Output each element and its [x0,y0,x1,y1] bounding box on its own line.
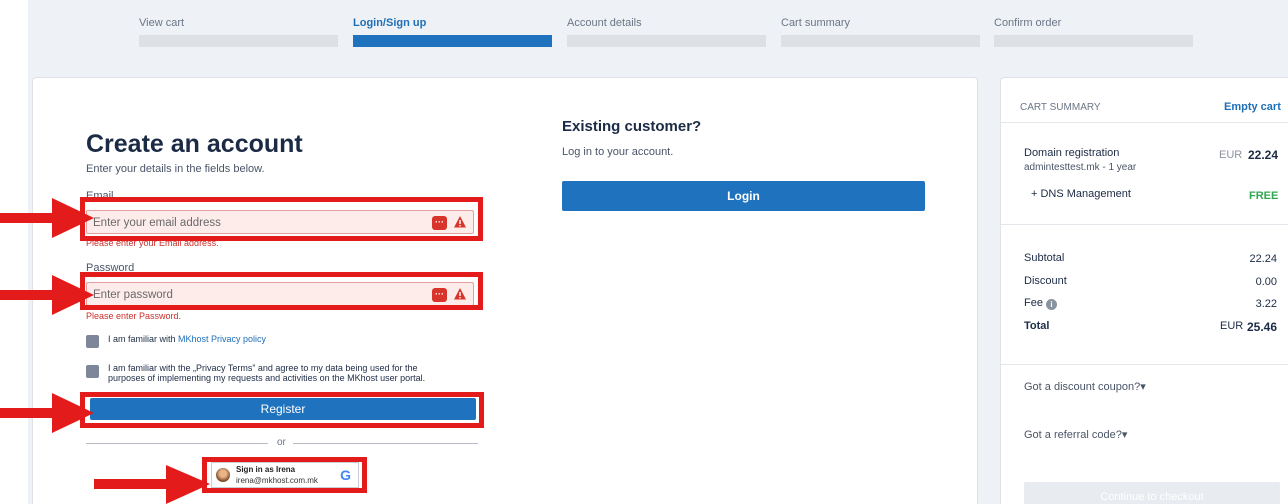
step-cart-summary[interactable]: Cart summary [781,17,980,47]
existing-customer-title: Existing customer? [562,118,702,135]
total-label: Total [1024,320,1050,332]
item-currency: EUR [1219,149,1243,161]
step-confirm-order[interactable]: Confirm order [994,17,1193,47]
subtotal-label: Subtotal [1024,252,1065,264]
referral-code-toggle[interactable]: Got a referral code?▾ [1024,428,1127,441]
subtotal-value: 22.24 [1249,253,1277,265]
addon-name: + DNS Management [1031,188,1131,200]
annotation-box-password [80,272,483,310]
step-login-signup[interactable]: Login/Sign up [353,17,552,47]
step-label: View cart [139,17,185,29]
item-price: 22.24 [1248,148,1279,162]
step-label: Login/Sign up [353,17,427,29]
password-error: Please enter Password. [86,311,182,321]
privacy-policy-link[interactable]: MKhost Privacy policy [178,334,266,344]
divider [1001,224,1288,225]
step-view-cart[interactable]: View cart [139,17,338,47]
or-separator: or [277,437,286,448]
discount-value: 0.00 [1255,276,1277,288]
cart-summary-heading: CART SUMMARY [1020,102,1101,113]
privacy-terms-text: I am familiar with the „Privacy Terms” a… [108,363,425,383]
step-label: Account details [567,17,642,29]
fee-label: Fee [1024,297,1043,309]
info-icon[interactable]: i [1045,299,1057,310]
discount-label: Discount [1024,275,1067,287]
privacy-terms-line: purposes of implementing my requests and… [108,373,426,383]
annotation-arrow-icon [0,198,94,238]
step-bar [139,35,338,47]
item-name: Domain registration [1024,147,1120,159]
privacy-policy-checkbox[interactable] [86,335,99,348]
divider [1001,122,1288,123]
empty-cart-link[interactable]: Empty cart [1224,101,1281,113]
step-label: Cart summary [781,17,851,29]
step-label: Confirm order [994,17,1062,29]
divider [293,443,478,444]
annotation-box-google [202,457,367,493]
privacy-terms-line: I am familiar with the „Privacy Terms” a… [108,363,418,373]
page-title: Create an account [86,130,303,158]
login-button[interactable]: Login [562,181,925,211]
page-subtitle: Enter your details in the fields below. [86,163,265,175]
total-currency: EUR [1220,320,1244,332]
existing-customer-subtitle: Log in to your account. [562,146,674,158]
annotation-arrow-icon [94,465,210,504]
step-bar [781,35,980,47]
step-bar [994,35,1193,47]
privacy-policy-prefix: I am familiar with [108,334,176,344]
fee-value: 3.22 [1255,298,1277,310]
fee-row: Fee i [1024,297,1057,310]
divider [86,443,268,444]
step-bar [353,35,552,47]
annotation-arrow-icon [0,393,94,433]
privacy-terms-checkbox[interactable] [86,365,99,378]
annotation-box-email [80,197,483,241]
item-description: admintesttest.mk - 1 year [1024,162,1137,173]
annotation-arrow-icon [0,275,94,315]
discount-coupon-toggle[interactable]: Got a discount coupon?▾ [1024,380,1146,393]
privacy-policy-text: I am familiar with MKhost Privacy policy [108,334,266,344]
cart-summary-panel: CART SUMMARY Empty cart Domain registrat… [1000,77,1288,504]
annotation-box-register [80,392,484,428]
step-bar [567,35,766,47]
step-account-details[interactable]: Account details [567,17,766,47]
total-value: 25.46 [1247,320,1278,334]
divider [1001,364,1288,365]
continue-to-checkout-button[interactable]: Continue to checkout [1024,482,1280,504]
addon-price: FREE [1249,190,1279,202]
